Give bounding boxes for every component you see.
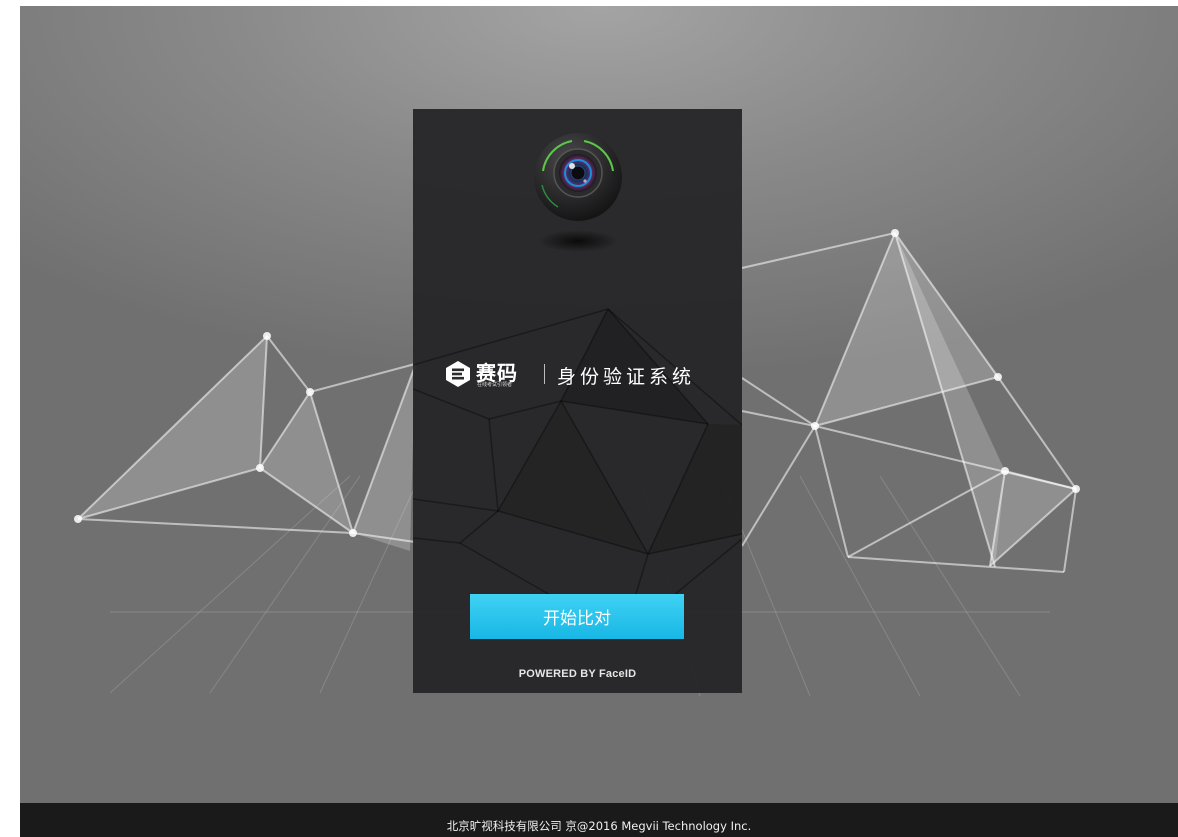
login-page: 赛码 在线考试引领者 身份验证系统 开始比对 POWERED BY FaceID… (20, 6, 1178, 837)
brand-divider (544, 364, 545, 384)
brand-tagline: 在线考试引领者 (477, 382, 513, 388)
system-title: 身份验证系统 (557, 366, 696, 388)
saima-logo-icon (446, 361, 470, 387)
start-compare-button[interactable]: 开始比对 (470, 594, 684, 639)
brand-header: 赛码 在线考试引领者 身份验证系统 (413, 354, 742, 394)
camera-icon (534, 133, 622, 252)
footer-copyright: 北京旷视科技有限公司 京@2016 Megvii Technology Inc. (446, 819, 752, 833)
powered-by-label: POWERED BY FaceID (518, 668, 637, 680)
footer: 北京旷视科技有限公司 京@2016 Megvii Technology Inc. (20, 803, 1178, 837)
verification-panel: 赛码 在线考试引领者 身份验证系统 开始比对 POWERED BY FaceID (413, 109, 742, 693)
